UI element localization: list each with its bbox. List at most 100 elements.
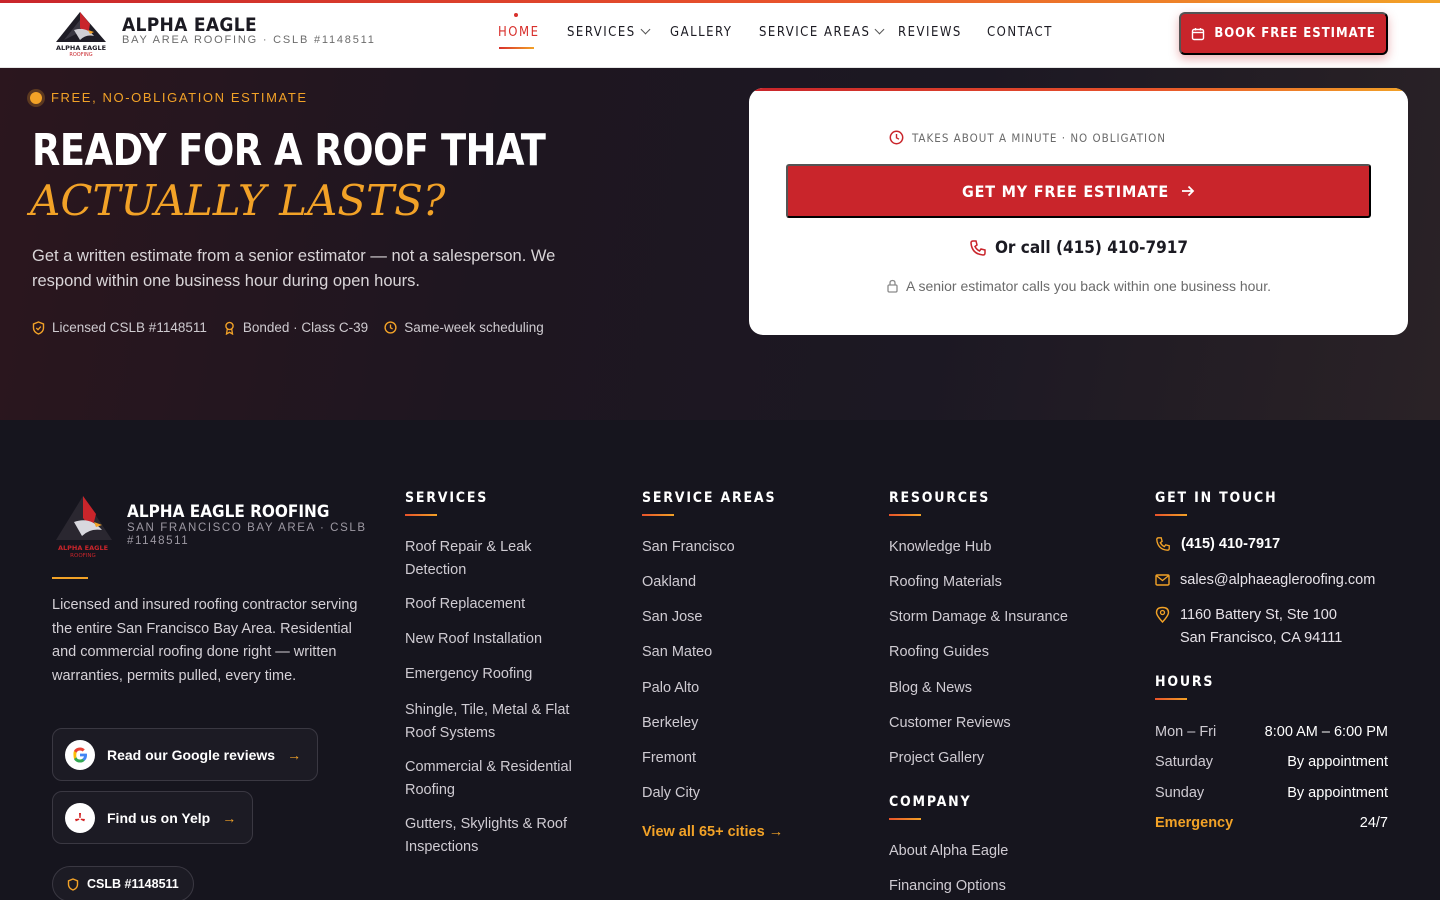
- services-link[interactable]: Roof Replacement: [405, 593, 525, 616]
- resource-link[interactable]: Knowledge Hub: [889, 536, 991, 559]
- view-all-cities-link[interactable]: View all 65+ cities →: [642, 824, 783, 840]
- resource-link[interactable]: Roofing Guides: [889, 641, 989, 664]
- get-free-estimate-button[interactable]: GET MY FREE ESTIMATE: [786, 164, 1371, 218]
- services-link[interactable]: Emergency Roofing: [405, 663, 532, 686]
- service-area-link[interactable]: San Mateo: [642, 641, 712, 664]
- estimate-note-label: TAKES ABOUT A MINUTE · NO OBLIGATION: [912, 130, 1166, 145]
- service-area-link[interactable]: San Francisco: [642, 536, 735, 559]
- hours-row-emergency: Emergency 24/7: [1155, 815, 1388, 831]
- services-link[interactable]: Commercial & Residential Roofing: [405, 756, 595, 802]
- service-area-link[interactable]: Fremont: [642, 747, 696, 770]
- services-link[interactable]: Roof Repair & Leak Detection: [405, 536, 595, 582]
- heading-rule: [405, 514, 437, 516]
- cslb-chip-label: CSLB #1148511: [87, 877, 179, 891]
- nav-contact[interactable]: CONTACT: [987, 25, 1053, 40]
- trust-badge: Same-week scheduling: [384, 320, 544, 335]
- call-phone-link[interactable]: Or call (415) 410-7917: [749, 238, 1408, 258]
- nav-reviews[interactable]: REVIEWS: [898, 25, 962, 40]
- resource-link[interactable]: Customer Reviews: [889, 712, 1011, 735]
- site-footer: ALPHA EAGLE ROOFING ALPHA EAGLE ROOFING …: [0, 420, 1440, 900]
- services-link[interactable]: New Roof Installation: [405, 628, 542, 651]
- nav-gallery[interactable]: GALLERY: [670, 25, 732, 40]
- calendar-icon: [1192, 27, 1205, 40]
- services-link[interactable]: Shingle, Tile, Metal & Flat Roof Systems: [405, 699, 595, 745]
- service-area-link[interactable]: Daly City: [642, 782, 700, 805]
- eagle-logo-icon[interactable]: ALPHA EAGLE ROOFING: [50, 6, 112, 58]
- service-area-link[interactable]: Oakland: [642, 571, 696, 594]
- hero-section: FREE, NO-OBLIGATION ESTIMATE READY FOR A…: [0, 68, 1440, 420]
- services-link[interactable]: Gutters, Skylights & Roof Inspections: [405, 813, 595, 859]
- yelp-button[interactable]: Find us on Yelp →: [52, 791, 254, 844]
- shield-icon: [67, 877, 79, 891]
- footer-divider: [52, 577, 88, 579]
- company-link[interactable]: About Alpha Eagle: [889, 840, 1008, 863]
- chevron-down-icon: [874, 24, 885, 35]
- footer-email-label: sales@alphaeagleroofing.com: [1180, 572, 1376, 588]
- estimate-card: TAKES ABOUT A MINUTE · NO OBLIGATION GET…: [749, 88, 1408, 335]
- heading-rule: [889, 818, 921, 820]
- nav-home[interactable]: HOME: [498, 25, 539, 40]
- address-line-2: San Francisco, CA 94111: [1180, 630, 1343, 646]
- brand-title[interactable]: ALPHA EAGLE: [122, 14, 257, 36]
- footer-brand: ALPHA EAGLE ROOFING: [127, 502, 330, 522]
- hours-day: Saturday: [1155, 754, 1214, 770]
- nav-service-areas[interactable]: SERVICE AREAS: [759, 24, 885, 40]
- book-button-label: BOOK FREE ESTIMATE: [1214, 26, 1376, 41]
- heading-rule: [1155, 514, 1187, 516]
- footer-email-link[interactable]: sales@alphaeagleroofing.com: [1155, 569, 1375, 592]
- trust-badge: Bonded · Class C-39: [223, 320, 368, 335]
- company-link[interactable]: Financing Options: [889, 875, 1006, 898]
- book-free-estimate-button[interactable]: BOOK FREE ESTIMATE: [1179, 12, 1388, 55]
- hero-heading-accent: ACTUALLY LASTS?: [30, 176, 446, 225]
- google-reviews-button[interactable]: Read our Google reviews →: [52, 728, 319, 781]
- cslb-license-chip: CSLB #1148511: [52, 866, 194, 900]
- hours-day: Mon – Fri: [1155, 724, 1217, 740]
- heading-rule: [1155, 698, 1187, 700]
- logo-text-1: ALPHA EAGLE: [58, 544, 108, 552]
- get-in-touch-heading: GET IN TOUCH: [1155, 490, 1278, 506]
- hours-time: 24/7: [1359, 815, 1388, 831]
- trust-badge: Licensed CSLB #1148511: [32, 320, 207, 335]
- eyebrow-label: FREE, NO-OBLIGATION ESTIMATE: [51, 90, 308, 105]
- trust-badges: Licensed CSLB #1148511 Bonded · Class C-…: [32, 320, 544, 335]
- card-accent-bar: [749, 88, 1408, 91]
- eagle-logo-icon[interactable]: ALPHA EAGLE ROOFING: [50, 490, 116, 560]
- phone-icon: [970, 240, 986, 256]
- hours-time: 8:00 AM – 6:00 PM: [1264, 724, 1388, 740]
- yelp-icon: [65, 802, 95, 833]
- nav-services[interactable]: SERVICES: [567, 24, 651, 40]
- service-area-link[interactable]: Berkeley: [642, 712, 698, 735]
- hours-heading: HOURS: [1155, 674, 1215, 690]
- resource-link[interactable]: Storm Damage & Insurance: [889, 606, 1068, 629]
- resource-link[interactable]: Roofing Materials: [889, 571, 1002, 594]
- brand-subtitle: BAY AREA ROOFING · CSLB #1148511: [122, 34, 376, 46]
- footer-about: Licensed and insured roofing contractor …: [52, 597, 358, 684]
- cta-label: GET MY FREE ESTIMATE: [961, 181, 1170, 201]
- hero-heading: READY FOR A ROOF THAT: [32, 125, 546, 176]
- yelp-label: Find us on Yelp: [107, 809, 211, 826]
- address-line-1: 1160 Battery St, Ste 100: [1180, 607, 1337, 623]
- hours-row: Saturday By appointment: [1155, 754, 1388, 770]
- arrow-right-icon: [1182, 185, 1195, 197]
- footer-address: 1160 Battery St, Ste 100 San Francisco, …: [1155, 604, 1342, 650]
- nav-services-label: SERVICES: [567, 25, 636, 40]
- hours-row: Sunday By appointment: [1155, 785, 1388, 801]
- nav-service-areas-label: SERVICE AREAS: [759, 25, 871, 40]
- footer-phone-link[interactable]: (415) 410-7917: [1155, 533, 1280, 556]
- logo-text-2: ROOFING: [70, 553, 96, 559]
- logo-text-2: ROOFING: [69, 52, 92, 58]
- hours-day: Sunday: [1155, 785, 1205, 801]
- service-area-link[interactable]: Palo Alto: [642, 677, 699, 700]
- active-nav-dot: [514, 13, 518, 17]
- hero-lead: Get a written estimate from a senior est…: [32, 247, 556, 290]
- active-nav-underline: [499, 47, 534, 49]
- resource-link[interactable]: Project Gallery: [889, 747, 984, 770]
- resource-link[interactable]: Blog & News: [889, 677, 972, 700]
- service-area-link[interactable]: San Jose: [642, 606, 702, 629]
- trust-badge-label: Bonded · Class C-39: [242, 320, 369, 335]
- hours-time: By appointment: [1287, 754, 1388, 770]
- map-pin-icon: [1155, 606, 1170, 623]
- trust-badge-label: Licensed CSLB #1148511: [52, 320, 207, 335]
- arrow-right-icon: →: [287, 746, 302, 763]
- award-icon: [225, 321, 234, 335]
